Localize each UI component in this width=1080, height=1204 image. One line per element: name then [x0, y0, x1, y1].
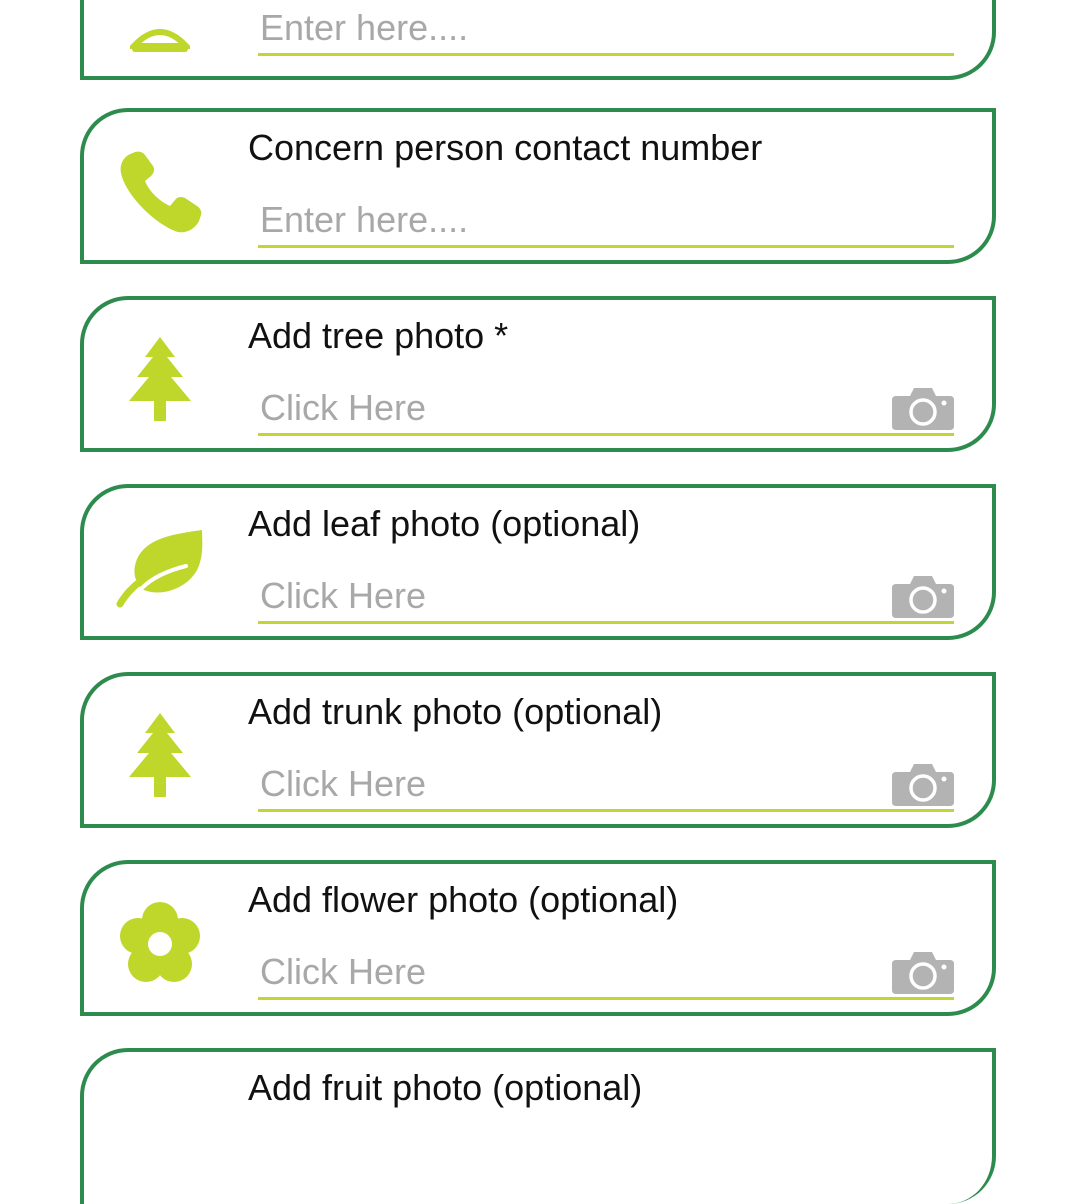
click-here-label: Click Here [260, 387, 427, 428]
tree-icon [114, 710, 206, 802]
flower-photo-card[interactable]: Add flower photo (optional) Click Here [80, 860, 996, 1016]
card-title: Add leaf photo (optional) [248, 503, 641, 544]
trunk-photo-card[interactable]: Add trunk photo (optional) Click Here [80, 672, 996, 828]
leaf-icon [114, 522, 206, 614]
fruit-photo-card[interactable]: Add fruit photo (optional) [80, 1048, 996, 1204]
trunk-photo-field[interactable]: Click Here [258, 756, 954, 812]
card-title: Concern person contact number [248, 127, 763, 168]
card-title: Add tree photo * [248, 315, 509, 356]
card-title: Add flower photo (optional) [248, 879, 679, 920]
camera-icon[interactable] [892, 386, 954, 430]
click-here-label: Click Here [260, 575, 427, 616]
concern-person-name-card: Enter here.... [80, 0, 996, 80]
leaf-photo-card[interactable]: Add leaf photo (optional) Click Here [80, 484, 996, 640]
camera-icon[interactable] [892, 762, 954, 806]
flower-icon [114, 898, 206, 990]
tree-icon [114, 334, 206, 426]
input-placeholder: Enter here.... [260, 199, 469, 240]
card-title: Add trunk photo (optional) [248, 691, 663, 732]
card-title: Add fruit photo (optional) [248, 1067, 643, 1108]
click-here-label: Click Here [260, 763, 427, 804]
leaf-photo-field[interactable]: Click Here [258, 568, 954, 624]
tree-photo-field[interactable]: Click Here [258, 380, 954, 436]
camera-icon[interactable] [892, 574, 954, 618]
input-placeholder: Enter here.... [260, 7, 469, 48]
phone-icon [114, 146, 206, 238]
contact-number-card: Concern person contact number Enter here… [80, 108, 996, 264]
person-icon [114, 0, 206, 82]
tree-photo-card[interactable]: Add tree photo * Click Here [80, 296, 996, 452]
click-here-label: Click Here [260, 951, 427, 992]
camera-icon[interactable] [892, 950, 954, 994]
contact-number-input[interactable]: Enter here.... [258, 192, 954, 248]
flower-photo-field[interactable]: Click Here [258, 944, 954, 1000]
concern-person-name-input[interactable]: Enter here.... [258, 0, 954, 56]
